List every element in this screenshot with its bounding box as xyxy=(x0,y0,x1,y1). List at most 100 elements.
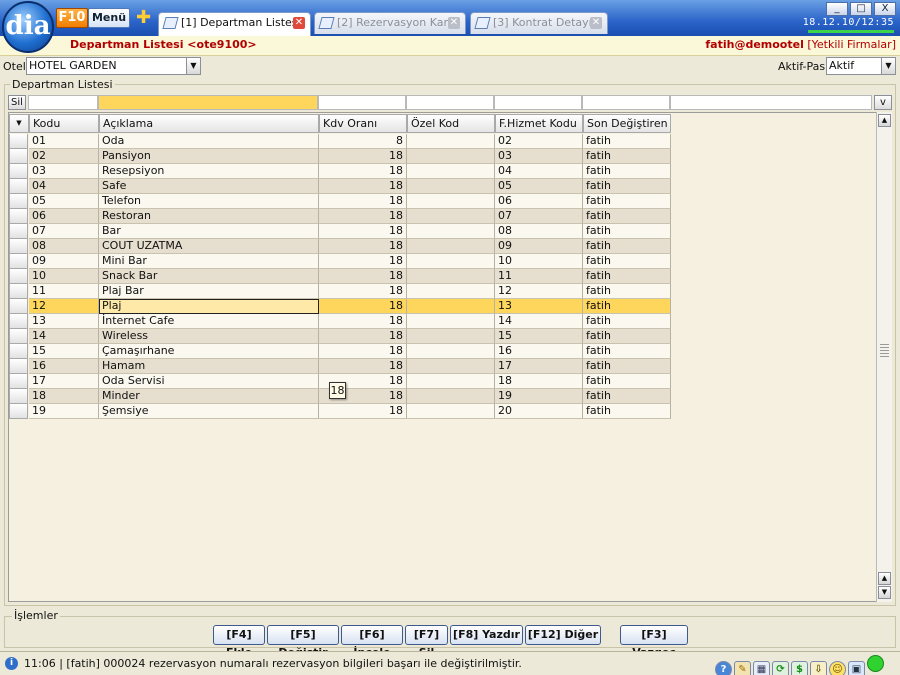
cell-ozel-kod[interactable] xyxy=(407,359,495,374)
filter-empty[interactable] xyxy=(670,95,872,110)
cell-kdv-orani[interactable]: 18 xyxy=(319,329,407,344)
minimize-button[interactable]: _ xyxy=(826,2,848,16)
aktif-pasif-select[interactable]: Aktif ▼ xyxy=(826,57,896,75)
cell-aciklama[interactable]: Hamam xyxy=(99,359,319,374)
row-selector[interactable] xyxy=(9,149,28,164)
cell-son-degistiren[interactable]: fatih xyxy=(583,254,671,269)
cell-son-degistiren[interactable]: fatih xyxy=(583,329,671,344)
table-row[interactable]: 11 Plaj Bar 18 12 fatih xyxy=(9,284,671,299)
cell-aciklama[interactable]: Plaj Bar xyxy=(99,284,319,299)
table-row[interactable]: 16 Hamam 18 17 fatih xyxy=(9,359,671,374)
cell-kdv-orani[interactable]: 18 xyxy=(319,179,407,194)
new-tab-plus-icon[interactable]: ✚ xyxy=(136,9,151,27)
cell-aciklama[interactable]: Restoran xyxy=(99,209,319,224)
cell-aciklama[interactable]: COUT UZATMA xyxy=(99,239,319,254)
cell-kdv-orani[interactable]: 18 xyxy=(319,254,407,269)
filter-kodu[interactable] xyxy=(28,95,98,110)
cell-ozel-kod[interactable] xyxy=(407,239,495,254)
cell-son-degistiren[interactable]: fatih xyxy=(583,194,671,209)
cell-aciklama[interactable]: Telefon xyxy=(99,194,319,209)
cell-ozel-kod[interactable] xyxy=(407,254,495,269)
currency-icon[interactable]: $ xyxy=(791,661,808,675)
column-header-aciklama[interactable]: Açıklama xyxy=(99,114,319,133)
tab-rezervasyon-karti[interactable]: [2] Rezervasyon Kartı ✕ xyxy=(314,12,466,34)
cell-kodu[interactable]: 12 xyxy=(29,299,99,314)
cell-ozel-kod[interactable] xyxy=(407,284,495,299)
table-row[interactable]: 07 Bar 18 08 fatih xyxy=(9,224,671,239)
yetkili-firmalar-link[interactable]: [Yetkili Firmalar] xyxy=(807,38,896,51)
cell-fhizmet-kodu[interactable]: 16 xyxy=(495,344,583,359)
cell-fhizmet-kodu[interactable]: 19 xyxy=(495,389,583,404)
row-selector-header[interactable]: ▼ xyxy=(9,114,29,133)
cell-kdv-orani[interactable]: 18 xyxy=(319,359,407,374)
cell-kodu[interactable]: 04 xyxy=(29,179,99,194)
row-selector[interactable] xyxy=(9,329,28,344)
close-window-button[interactable]: X xyxy=(874,2,896,16)
cell-son-degistiren[interactable]: fatih xyxy=(583,299,671,314)
cell-fhizmet-kodu[interactable]: 07 xyxy=(495,209,583,224)
table-row[interactable]: 03 Resepsiyon 18 04 fatih xyxy=(9,164,671,179)
filter-kdv[interactable] xyxy=(318,95,406,110)
cell-ozel-kod[interactable] xyxy=(407,179,495,194)
table-row[interactable]: 04 Safe 18 05 fatih xyxy=(9,179,671,194)
cell-aciklama[interactable]: Resepsiyon xyxy=(99,164,319,179)
yazdir-button[interactable]: [F8] Yazdır xyxy=(450,625,523,656)
cell-son-degistiren[interactable]: fatih xyxy=(583,224,671,239)
otel-select[interactable]: HOTEL GARDEN ▼ xyxy=(26,57,201,75)
row-selector[interactable] xyxy=(9,404,28,419)
column-header-kdv-orani[interactable]: Kdv Oranı xyxy=(319,114,407,133)
cell-aciklama[interactable]: Pansiyon xyxy=(99,149,319,164)
cell-kodu[interactable]: 16 xyxy=(29,359,99,374)
cell-kdv-orani[interactable]: 18 xyxy=(319,209,407,224)
diger-button[interactable]: [F12] Diğer xyxy=(525,625,601,656)
cell-son-degistiren[interactable]: fatih xyxy=(583,344,671,359)
table-row[interactable]: 14 Wireless 18 15 fatih xyxy=(9,329,671,344)
cell-kodu[interactable]: 18 xyxy=(29,389,99,404)
close-icon[interactable]: ✕ xyxy=(448,17,460,29)
filter-ozel-kod[interactable] xyxy=(406,95,494,110)
cell-kodu[interactable]: 11 xyxy=(29,284,99,299)
cell-kodu[interactable]: 06 xyxy=(29,209,99,224)
cell-kdv-orani[interactable]: 8 xyxy=(319,134,407,149)
cell-aciklama[interactable]: İnternet Cafe xyxy=(99,314,319,329)
cell-kodu[interactable]: 13 xyxy=(29,314,99,329)
cell-kdv-orani[interactable]: 18 xyxy=(319,284,407,299)
cell-kodu[interactable]: 19 xyxy=(29,404,99,419)
refresh-icon[interactable]: ⟳ xyxy=(772,661,789,675)
cell-ozel-kod[interactable] xyxy=(407,134,495,149)
row-selector[interactable] xyxy=(9,389,28,404)
cell-kodu[interactable]: 08 xyxy=(29,239,99,254)
cell-son-degistiren[interactable]: fatih xyxy=(583,239,671,254)
row-selector[interactable] xyxy=(9,164,28,179)
cell-ozel-kod[interactable] xyxy=(407,389,495,404)
scroll-top-icon[interactable]: ▲ xyxy=(878,114,891,127)
tools-icon[interactable]: ✎ xyxy=(734,661,751,675)
cell-aciklama[interactable]: Bar xyxy=(99,224,319,239)
cell-son-degistiren[interactable]: fatih xyxy=(583,314,671,329)
help-icon[interactable]: ? xyxy=(715,661,732,675)
cell-aciklama[interactable]: Şemsiye xyxy=(99,404,319,419)
cell-son-degistiren[interactable]: fatih xyxy=(583,269,671,284)
menu-button[interactable]: Menü xyxy=(88,8,130,28)
row-selector[interactable] xyxy=(9,284,28,299)
cell-kdv-orani[interactable]: 18 xyxy=(319,344,407,359)
cell-aciklama[interactable]: Wireless xyxy=(99,329,319,344)
table-row[interactable]: 12 Plaj 18 13 fatih xyxy=(9,299,671,314)
incele-button[interactable]: [F6] İncele xyxy=(341,625,403,659)
cell-fhizmet-kodu[interactable]: 05 xyxy=(495,179,583,194)
cell-ozel-kod[interactable] xyxy=(407,224,495,239)
cell-fhizmet-kodu[interactable]: 06 xyxy=(495,194,583,209)
cell-kodu[interactable]: 17 xyxy=(29,374,99,389)
column-header-kodu[interactable]: Kodu xyxy=(29,114,99,133)
cell-fhizmet-kodu[interactable]: 20 xyxy=(495,404,583,419)
cell-fhizmet-kodu[interactable]: 13 xyxy=(495,299,583,314)
cell-fhizmet-kodu[interactable]: 02 xyxy=(495,134,583,149)
scroll-grip-icon[interactable] xyxy=(880,344,889,358)
row-selector[interactable] xyxy=(9,194,28,209)
table-row[interactable]: 06 Restoran 18 07 fatih xyxy=(9,209,671,224)
cell-kodu[interactable]: 01 xyxy=(29,134,99,149)
chevron-down-icon[interactable]: ▼ xyxy=(881,58,895,74)
cell-son-degistiren[interactable]: fatih xyxy=(583,284,671,299)
cell-fhizmet-kodu[interactable]: 09 xyxy=(495,239,583,254)
filter-aciklama[interactable] xyxy=(98,95,318,110)
